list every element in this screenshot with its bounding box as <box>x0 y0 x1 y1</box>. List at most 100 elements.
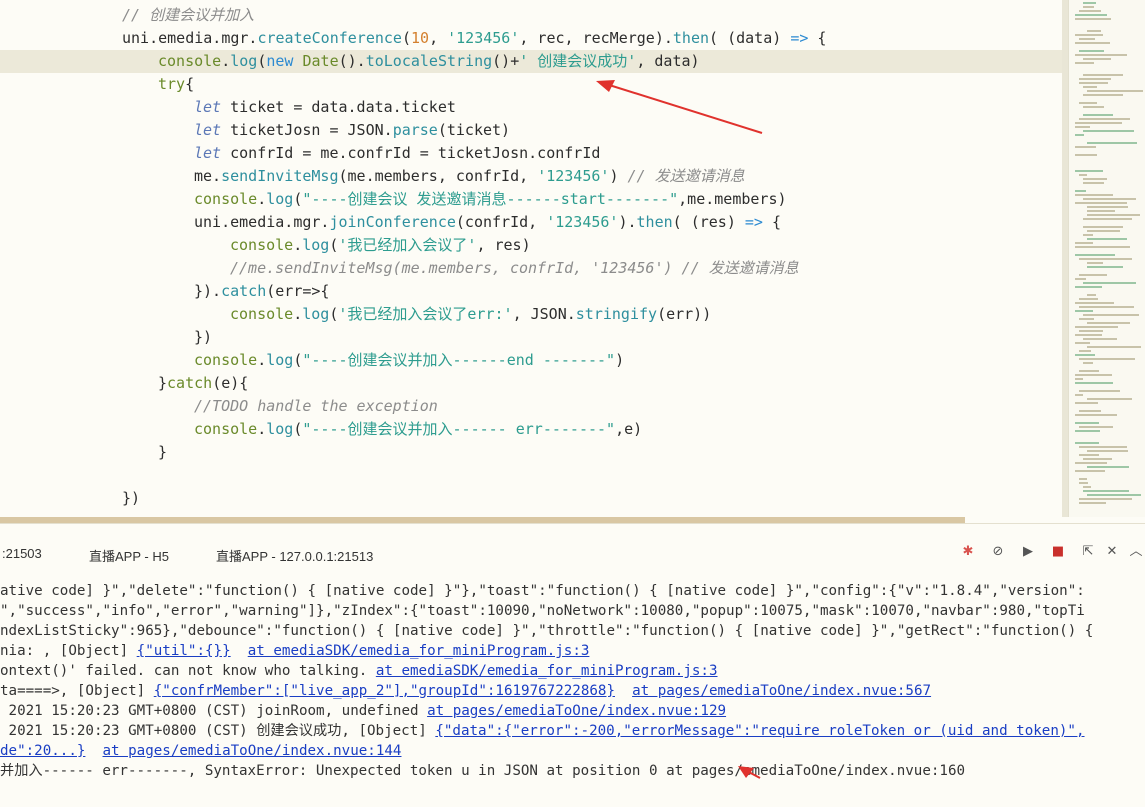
minimap-line <box>1083 458 1112 460</box>
minimap-line <box>1079 426 1113 428</box>
minimap-line <box>1079 318 1094 320</box>
code-token: , <box>429 29 448 47</box>
console-link[interactable]: at pages/emediaToOne/index.nvue:129 <box>427 703 726 719</box>
console-link[interactable]: at pages/emediaToOne/index.nvue:567 <box>632 683 931 699</box>
minimap-line <box>1075 54 1127 56</box>
bug-icon[interactable]: ✱ <box>960 544 976 560</box>
console-link[interactable]: at emediaSDK/emedia_for_miniProgram.js:3 <box>376 663 718 679</box>
code-token: stringify <box>575 305 658 323</box>
console-link[interactable]: {"confrMember":["live_app_2"],"groupId":… <box>154 683 615 699</box>
code-token: }). <box>194 282 222 300</box>
code-token: '123456' <box>546 213 619 231</box>
play-icon[interactable]: ▶ <box>1020 544 1036 560</box>
code-line: console.log("----创建会议并加入------end ------… <box>194 349 624 372</box>
console-text: ndexListSticky":965},"debounce":"functio… <box>0 623 1094 639</box>
minimap-line <box>1083 86 1097 88</box>
minimap-line <box>1079 50 1104 52</box>
minimap-line <box>1079 82 1108 84</box>
code-line: //me.sendInviteMsg(me.members, confrId, … <box>230 257 799 280</box>
console-link[interactable]: at pages/emediaToOne/index.nvue:144 <box>103 743 402 759</box>
minimap-line <box>1087 450 1128 452</box>
minimap-line <box>1087 346 1141 348</box>
minimap-line <box>1083 338 1117 340</box>
minimap-line <box>1083 94 1123 96</box>
code-token: //TODO handle the exception <box>194 397 438 415</box>
minimap-line <box>1087 90 1143 92</box>
minimap-line <box>1075 154 1097 156</box>
export-icon[interactable]: ⇱ <box>1080 544 1096 560</box>
minimap-line <box>1083 6 1094 8</box>
code-token: log <box>266 420 294 438</box>
minimap-line <box>1075 414 1117 416</box>
code-token: ( (res) <box>672 213 745 231</box>
minimap-line <box>1075 190 1086 192</box>
console-link[interactable]: at emediaSDK/emedia_for_miniProgram.js:3 <box>248 643 590 659</box>
code-token: '123456' <box>537 167 610 185</box>
code-editor[interactable]: // 创建会议并加入 uni.emedia.mgr.createConferenc… <box>0 0 1068 517</box>
code-token: // 创建会议并加入 <box>122 6 255 24</box>
code-token: //me.sendInviteMsg(me.members, confrId, … <box>230 259 799 277</box>
console-line: 并加入------ err-------, SyntaxError: Unexp… <box>0 761 965 781</box>
minimap-line <box>1083 74 1123 76</box>
console-line: ative code] }","delete":"function() { [n… <box>0 581 1085 601</box>
minimap-line <box>1083 114 1113 116</box>
code-token: { <box>185 75 195 93</box>
code-token: ()+ <box>492 52 520 70</box>
console-link[interactable]: {"util":{}} <box>137 643 231 659</box>
code-token: '我已经加入会议了err:' <box>338 305 513 323</box>
minimap-line <box>1087 398 1132 400</box>
minimap-line <box>1079 390 1120 392</box>
code-line: console.log('我已经加入会议了', res) <box>230 234 531 257</box>
record-stop-icon[interactable]: ■ <box>1050 544 1066 560</box>
code-token: ,e) <box>615 420 643 438</box>
code-token: console <box>194 351 258 369</box>
minimap-line <box>1075 134 1084 136</box>
code-token: then <box>672 29 710 47</box>
code-token: log <box>302 236 330 254</box>
console-output[interactable]: ative code] }","delete":"function() { [n… <box>0 569 1145 807</box>
minimap-line <box>1087 238 1127 240</box>
console-panel-header: :21503 直播APP - H5 直播APP - 127.0.0.1:2151… <box>0 523 1145 571</box>
minimap-line <box>1083 226 1123 228</box>
minimap[interactable] <box>1068 0 1145 517</box>
code-token: // 发送邀请消息 <box>627 167 745 185</box>
code-token: let <box>194 144 222 162</box>
console-text: ","success","info","error","warning"]},"… <box>0 603 1085 619</box>
code-token: log <box>302 305 330 323</box>
minimap-line <box>1087 214 1140 216</box>
tab-port-21503[interactable]: :21503 <box>2 546 42 561</box>
minimap-line <box>1087 466 1129 468</box>
code-token: ticket = data.data.ticket <box>221 98 456 116</box>
minimap-line <box>1079 10 1101 12</box>
minimap-line <box>1079 102 1097 104</box>
stop-log-icon[interactable]: ⊘ <box>990 544 1006 560</box>
code-token: . <box>257 190 267 208</box>
console-link[interactable]: de":20...} <box>0 743 85 759</box>
minimap-line <box>1083 198 1136 200</box>
minimap-line <box>1075 18 1111 20</box>
collapse-up-icon[interactable]: ︿ <box>1128 544 1144 560</box>
code-token: sendInviteMsg <box>221 167 339 185</box>
minimap-line <box>1075 310 1093 312</box>
minimap-line <box>1079 446 1127 448</box>
console-text: ta====>, [Object] <box>0 683 154 699</box>
tab-app-127001[interactable]: 直播APP - 127.0.0.1:21513 <box>216 546 374 571</box>
console-line: 2021 15:20:23 GMT+0800 (CST) 创建会议成功, [Ob… <box>0 721 1085 741</box>
minimap-line <box>1075 302 1114 304</box>
tab-h5[interactable]: 直播APP - H5 <box>89 546 169 565</box>
code-line: uni.emedia.mgr.joinConference(confrId, '… <box>194 211 781 234</box>
console-line: ndexListSticky":965},"debounce":"functio… <box>0 621 1093 641</box>
code-token: . <box>221 52 231 70</box>
minimap-line <box>1087 294 1096 296</box>
minimap-line <box>1087 230 1120 232</box>
minimap-line <box>1083 218 1132 220</box>
minimap-line <box>1075 470 1105 472</box>
close-icon[interactable]: ✕ <box>1104 544 1120 560</box>
minimap-line <box>1075 278 1086 280</box>
console-link[interactable]: {"data":{"error":-200,"errorMessage":"re… <box>435 723 1084 739</box>
minimap-line <box>1075 342 1090 344</box>
code-line: try{ <box>158 73 194 96</box>
minimap-line <box>1079 410 1101 412</box>
code-token: log <box>266 351 294 369</box>
minimap-line <box>1075 394 1083 396</box>
